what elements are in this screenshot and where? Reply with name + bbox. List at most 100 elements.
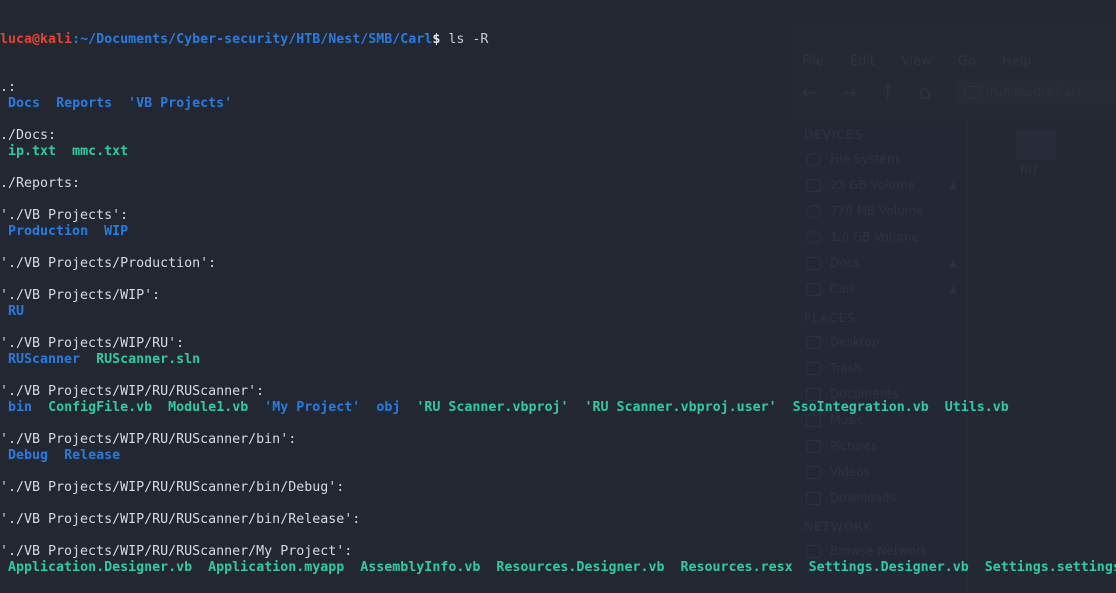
file-entry[interactable]: mmc.txt — [72, 144, 128, 159]
directory-entry[interactable]: Release — [64, 448, 120, 463]
directory-header: './VB Projects/WIP/RU/RUScanner': — [0, 384, 1116, 400]
directory-header-text: './VB Projects/WIP/RU/RUScanner/bin/Rele… — [0, 512, 361, 527]
column-gap — [80, 352, 96, 367]
prompt-line: luca@kali:~/Documents/Cyber-security/HTB… — [0, 32, 1116, 48]
column-gap — [32, 400, 48, 415]
leading-space — [0, 448, 8, 463]
directory-header-text: './VB Projects/WIP/RU': — [0, 336, 185, 351]
ls-entry-row: Debug Release — [0, 448, 1116, 464]
terminal-output[interactable]: luca@kali:~/Documents/Cyber-security/HTB… — [0, 0, 1116, 593]
file-entry[interactable]: ConfigFile.vb — [48, 400, 152, 415]
directory-header: './VB Projects': — [0, 208, 1116, 224]
column-gap — [777, 400, 793, 415]
directory-header-text: './VB Projects/WIP/RU/RUScanner/bin/Debu… — [0, 480, 345, 495]
leading-space — [0, 304, 8, 319]
column-gap — [480, 560, 496, 575]
directory-header: './VB Projects/WIP/RU/RUScanner/My Proje… — [0, 544, 1116, 560]
terminal-screenshot: File Edit View Go Help ← → ↑ ⌂ /run/medi… — [0, 0, 1116, 593]
ls-entry-row: RUScanner RUScanner.sln — [0, 352, 1116, 368]
directory-header: './VB Projects/WIP': — [0, 288, 1116, 304]
prompt-path: ~/Documents/Cyber-security/HTB/Nest/SMB/… — [80, 32, 433, 47]
column-gap — [360, 400, 376, 415]
column-gap — [48, 448, 64, 463]
leading-space — [0, 400, 8, 415]
leading-space — [0, 96, 8, 111]
directory-entry[interactable]: Debug — [8, 448, 48, 463]
column-gap — [152, 400, 168, 415]
column-gap — [248, 400, 264, 415]
directory-entry[interactable]: RU — [8, 304, 24, 319]
file-entry[interactable]: Resources.resx — [681, 560, 793, 575]
directory-entry[interactable]: 'My Project' — [264, 400, 360, 415]
column-gap — [112, 96, 128, 111]
leading-space — [0, 560, 8, 575]
directory-header: ./Docs: — [0, 128, 1116, 144]
file-entry[interactable]: RUScanner.sln — [96, 352, 200, 367]
directory-entry[interactable]: WIP — [104, 224, 128, 239]
directory-entry[interactable]: 'VB Projects' — [128, 96, 232, 111]
ls-entry-row: bin ConfigFile.vb Module1.vb 'My Project… — [0, 400, 1116, 416]
directory-header: './VB Projects/Production': — [0, 256, 1116, 272]
directory-header: './VB Projects/WIP/RU/RUScanner/bin/Debu… — [0, 480, 1116, 496]
column-gap — [192, 560, 208, 575]
directory-header-text: './VB Projects/WIP/RU/RUScanner': — [0, 384, 265, 399]
prompt-user-host: luca@kali — [0, 32, 73, 47]
column-gap — [344, 560, 360, 575]
directory-entry[interactable]: Reports — [56, 96, 112, 111]
file-entry[interactable]: Application.Designer.vb — [8, 560, 192, 575]
file-entry[interactable]: SsoIntegration.vb — [793, 400, 929, 415]
directory-header-text: './VB Projects/WIP/RU/RUScanner/bin': — [0, 432, 297, 447]
column-gap — [568, 400, 584, 415]
file-entry[interactable]: Application.myapp — [208, 560, 344, 575]
directory-header-text: './VB Projects/Production': — [0, 256, 217, 271]
directory-header-text: ./Reports: — [0, 176, 81, 191]
leading-space — [0, 224, 8, 239]
file-entry[interactable]: Module1.vb — [168, 400, 248, 415]
directory-header: './VB Projects/WIP/RU/RUScanner/bin/Rele… — [0, 512, 1116, 528]
leading-space — [0, 144, 8, 159]
directory-entry[interactable]: obj — [376, 400, 400, 415]
file-entry[interactable]: ip.txt — [8, 144, 56, 159]
directory-header: './VB Projects/WIP/RU/RUScanner/bin': — [0, 432, 1116, 448]
ls-entry-row: RU — [0, 304, 1116, 320]
directory-entry[interactable]: RUScanner — [8, 352, 80, 367]
ls-entry-row: Application.Designer.vb Application.myap… — [0, 560, 1116, 576]
directory-entry[interactable]: Docs — [8, 96, 40, 111]
file-entry[interactable]: AssemblyInfo.vb — [360, 560, 480, 575]
column-gap — [400, 400, 416, 415]
column-gap — [665, 560, 681, 575]
file-entry[interactable]: Settings.settings — [985, 560, 1116, 575]
directory-header-text: ./Docs: — [0, 128, 57, 143]
file-entry[interactable]: 'RU Scanner.vbproj.user' — [585, 400, 777, 415]
directory-header-text: .: — [0, 80, 17, 95]
directory-entry[interactable]: Production — [8, 224, 88, 239]
file-entry[interactable]: 'RU Scanner.vbproj' — [416, 400, 568, 415]
prompt-command: ls -R — [440, 32, 489, 47]
prompt-separator: : — [72, 32, 81, 47]
column-gap — [56, 144, 72, 159]
file-entry[interactable]: Settings.Designer.vb — [809, 560, 969, 575]
column-gap — [88, 224, 104, 239]
file-entry[interactable]: Resources.Designer.vb — [496, 560, 664, 575]
ls-entry-row: Production WIP — [0, 224, 1116, 240]
ls-entry-row: ip.txt mmc.txt — [0, 144, 1116, 160]
column-gap — [40, 96, 56, 111]
directory-header-text: './VB Projects/WIP/RU/RUScanner/My Proje… — [0, 544, 353, 559]
directory-header-text: './VB Projects/WIP': — [0, 288, 161, 303]
column-gap — [929, 400, 945, 415]
directory-entry[interactable]: bin — [8, 400, 32, 415]
directory-header: ./Reports: — [0, 176, 1116, 192]
file-entry[interactable]: Utils.vb — [945, 400, 1009, 415]
ls-entry-row: Docs Reports 'VB Projects' — [0, 96, 1116, 112]
directory-header: .: — [0, 80, 1116, 96]
